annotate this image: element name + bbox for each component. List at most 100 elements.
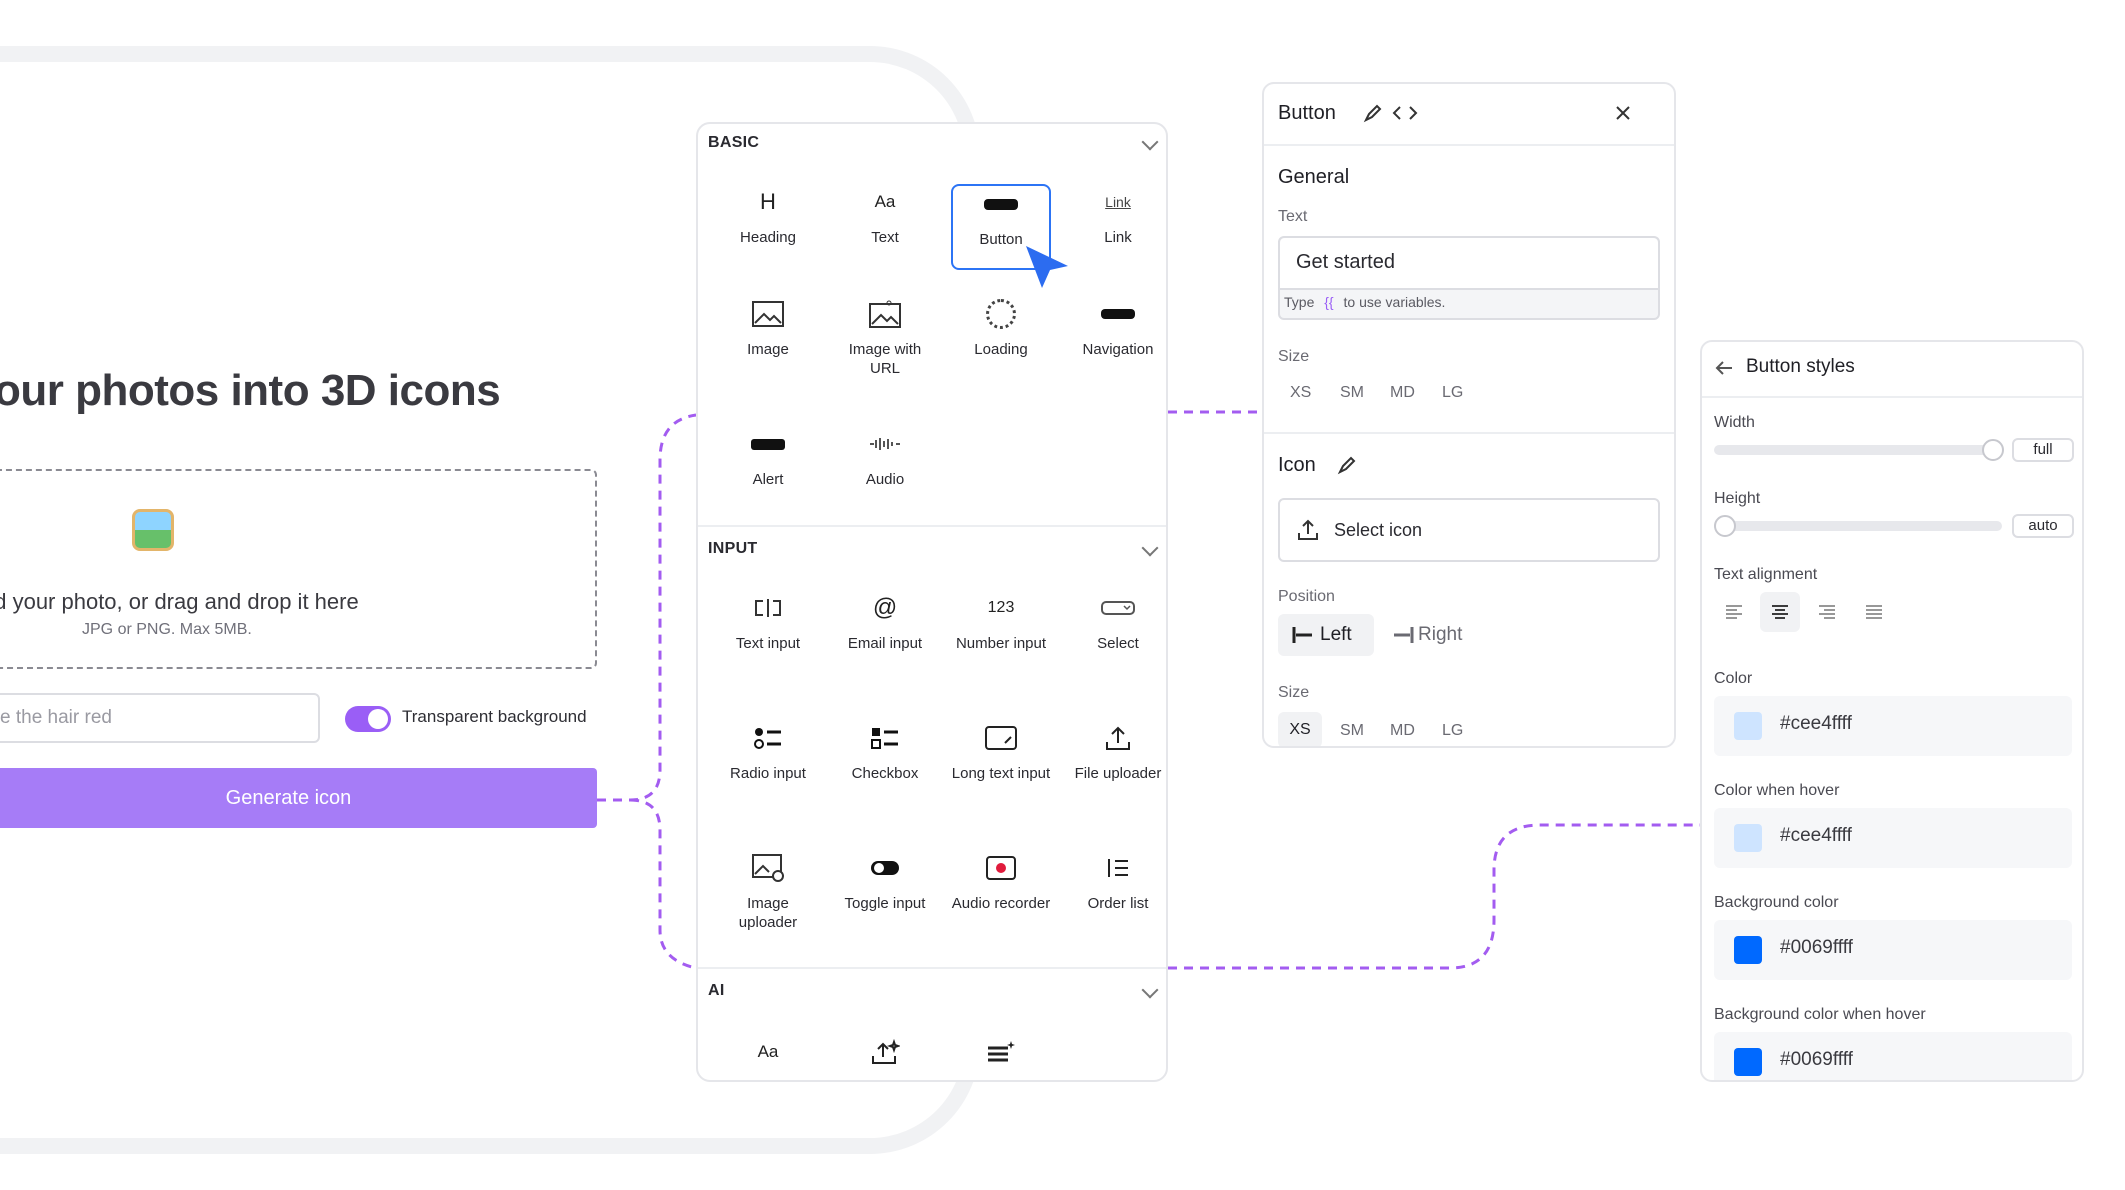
component-label: Number input (955, 635, 1047, 652)
component-email-input[interactable]: @ Email input (835, 590, 935, 653)
component-long-text-input[interactable]: Long text input (951, 720, 1051, 783)
component-ai-upload[interactable] (835, 1034, 935, 1070)
size-lg[interactable]: LG (1442, 722, 1463, 740)
bg-color-hover-field[interactable]: #0069ffff (1714, 1032, 2072, 1080)
components-panel: BASIC H Heading Aa Text Button Link Link… (696, 122, 1168, 1082)
select-icon (1068, 590, 1166, 626)
height-slider-knob[interactable] (1714, 515, 1736, 537)
text-field[interactable]: Get started (1280, 238, 1658, 290)
height-slider[interactable] (1714, 521, 2002, 531)
bg-color-hover-swatch[interactable] (1734, 1048, 1762, 1076)
component-checkbox[interactable]: Checkbox (835, 720, 935, 783)
align-center-button[interactable] (1760, 592, 1800, 632)
bg-color-swatch[interactable] (1734, 936, 1762, 964)
chevron-down-icon[interactable] (1141, 539, 1159, 557)
code-icon[interactable] (1392, 102, 1418, 124)
checkbox-icon (835, 720, 935, 756)
component-order-list[interactable]: Order list (1068, 850, 1166, 913)
component-audio[interactable]: Audio (835, 426, 935, 489)
bg-color-field[interactable]: #0069ffff (1714, 920, 2072, 980)
chevron-down-icon[interactable] (1141, 981, 1159, 999)
component-alert[interactable]: Alert (718, 426, 818, 489)
color-swatch[interactable] (1734, 712, 1762, 740)
component-label: Image (747, 341, 789, 358)
component-label: Text (871, 229, 899, 246)
color-field[interactable]: #cee4ffff (1714, 696, 2072, 756)
alignment-group (1714, 592, 1914, 632)
component-label: Email input (847, 635, 923, 652)
text-field-wrapper: Get started Type {{ to use variables. (1278, 236, 1660, 320)
ai-text-icon: Aa (757, 1042, 779, 1061)
component-audio-recorder[interactable]: Audio recorder (951, 850, 1051, 913)
link-icon: Link (1105, 194, 1131, 210)
component-label: Select (1097, 635, 1139, 652)
position-left[interactable]: Left (1278, 614, 1374, 656)
component-loading[interactable]: Loading (951, 296, 1051, 359)
bg-color-value: #0069ffff (1780, 937, 1853, 958)
component-image-uploader[interactable]: Image uploader (718, 850, 818, 932)
component-ai-text[interactable]: Aa (718, 1034, 818, 1070)
size-sm[interactable]: SM (1340, 722, 1364, 740)
align-justify-button[interactable] (1854, 592, 1894, 632)
size-md[interactable]: MD (1390, 722, 1415, 740)
component-label: Alert (752, 471, 784, 488)
mouse-cursor-icon (1026, 246, 1068, 288)
width-slider-knob[interactable] (1982, 439, 2004, 461)
close-icon[interactable] (1614, 104, 1632, 122)
height-value[interactable]: auto (2012, 514, 2074, 538)
section-basic[interactable]: BASIC (708, 134, 759, 152)
divider (698, 525, 1166, 527)
size-label: Size (1278, 348, 1310, 365)
component-text-input[interactable]: Text input (718, 590, 818, 653)
component-label: Order list (1087, 895, 1149, 912)
width-slider[interactable] (1714, 445, 1988, 455)
position-left-label: Left (1320, 624, 1352, 645)
component-image[interactable]: Image (718, 296, 818, 359)
component-label: Text input (735, 635, 801, 652)
select-icon-button[interactable]: Select icon (1278, 498, 1660, 562)
color-hover-swatch[interactable] (1734, 824, 1762, 852)
divider (1264, 144, 1674, 146)
size-md[interactable]: MD (1390, 384, 1415, 402)
component-text[interactable]: Aa Text (835, 184, 935, 247)
component-number-input[interactable]: 123 Number input (951, 590, 1051, 653)
align-center-icon (1772, 605, 1788, 619)
panel-title: Button (1278, 102, 1336, 124)
section-ai[interactable]: AI (708, 982, 725, 1000)
component-navigation[interactable]: Navigation (1068, 296, 1166, 359)
size-xs[interactable]: XS (1290, 384, 1311, 402)
brush-icon[interactable] (1336, 454, 1358, 476)
arrow-left-icon[interactable] (1714, 358, 1734, 378)
component-file-uploader[interactable]: File uploader (1068, 720, 1166, 783)
text-label: Text (1278, 208, 1308, 225)
size-lg[interactable]: LG (1442, 384, 1463, 402)
component-heading[interactable]: H Heading (718, 184, 818, 247)
align-right-button[interactable] (1807, 592, 1847, 632)
color-hover-label: Color when hover (1714, 782, 1840, 799)
chevron-down-icon[interactable] (1141, 133, 1159, 151)
component-select[interactable]: Select (1068, 590, 1166, 653)
size-sm[interactable]: SM (1340, 384, 1364, 402)
color-hover-field[interactable]: #cee4ffff (1714, 808, 2072, 868)
color-value: #cee4ffff (1780, 713, 1852, 734)
width-value[interactable]: full (2012, 438, 2074, 462)
icon-label: Icon (1278, 454, 1316, 476)
section-input[interactable]: INPUT (708, 540, 758, 558)
component-link[interactable]: Link Link (1068, 184, 1166, 247)
brush-icon[interactable] (1362, 102, 1384, 124)
component-label: Toggle input (844, 895, 926, 912)
upload-icon (1068, 720, 1166, 756)
position-right[interactable]: Right (1392, 614, 1492, 656)
component-image-url[interactable]: Image with URL (835, 296, 935, 378)
properties-panel: Button General Text Get started Type {{ … (1262, 82, 1676, 748)
height-label: Height (1714, 490, 1761, 507)
component-radio-input[interactable]: Radio input (718, 720, 818, 783)
text-icon: Aa (874, 192, 896, 211)
component-label: Link (1104, 229, 1132, 246)
align-left-button[interactable] (1714, 592, 1754, 632)
text-value: Get started (1296, 251, 1395, 273)
component-ai-form[interactable] (951, 1034, 1051, 1070)
component-toggle-input[interactable]: Toggle input (835, 850, 935, 913)
size-xs[interactable]: XS (1278, 712, 1322, 746)
component-label: Audio recorder (951, 895, 1051, 912)
